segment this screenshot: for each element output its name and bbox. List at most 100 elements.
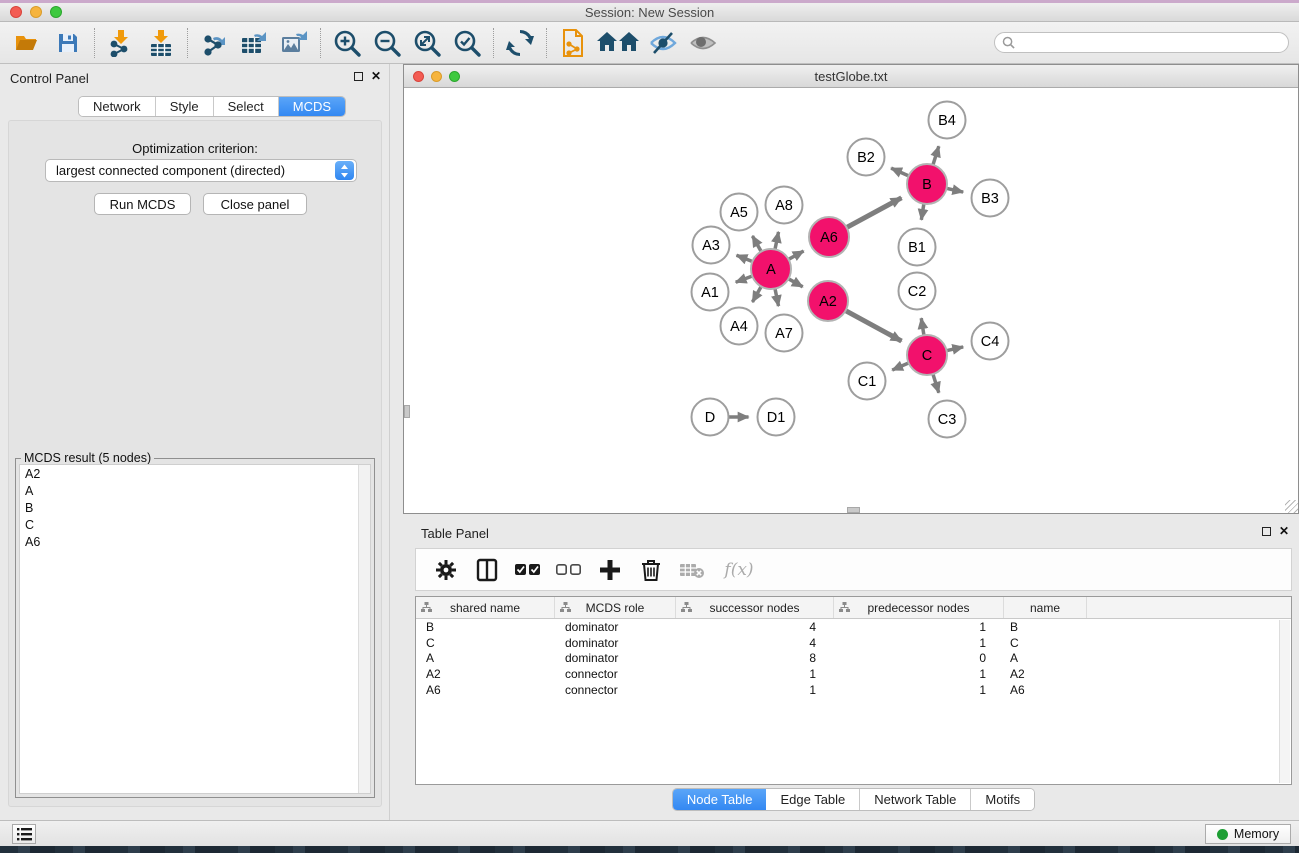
node-A3[interactable]: A3	[693, 227, 730, 264]
column-header-predecessor-nodes[interactable]: predecessor nodes	[834, 597, 1004, 618]
node-A7[interactable]: A7	[766, 315, 803, 352]
table-row[interactable]: Adominator80A	[416, 651, 1291, 667]
node-B2[interactable]: B2	[848, 139, 885, 176]
close-panel-button[interactable]: Close panel	[203, 193, 307, 215]
node-C1[interactable]: C1	[849, 363, 886, 400]
node-C2[interactable]: C2	[899, 273, 936, 310]
node-A6[interactable]: A6	[809, 217, 849, 257]
float-table-panel-icon[interactable]	[1262, 527, 1271, 536]
table-scrollbar[interactable]	[1279, 620, 1290, 783]
edge-A2-C[interactable]	[843, 309, 902, 341]
hide-details-eye-icon[interactable]	[646, 27, 680, 59]
network-window-titlebar[interactable]: testGlobe.txt	[404, 65, 1298, 88]
tab-mcds[interactable]: MCDS	[279, 97, 345, 116]
result-item[interactable]: B	[20, 499, 370, 516]
node-A1[interactable]: A1	[692, 274, 729, 311]
cell[interactable]: 8	[676, 651, 834, 665]
tab-style[interactable]: Style	[156, 97, 214, 116]
export-image-icon[interactable]	[277, 27, 311, 59]
optimization-criterion-dropdown[interactable]: largest connected component (directed)	[45, 159, 357, 182]
cell[interactable]: connector	[555, 667, 676, 681]
search-field[interactable]	[994, 32, 1289, 53]
delete-icon[interactable]	[637, 556, 665, 584]
run-mcds-button[interactable]: Run MCDS	[94, 193, 191, 215]
close-table-panel-icon[interactable]: ✕	[1279, 526, 1289, 536]
deselect-all-checkboxes-icon[interactable]	[555, 556, 583, 584]
node-B1[interactable]: B1	[899, 229, 936, 266]
cell[interactable]: C	[416, 636, 555, 650]
float-panel-icon[interactable]	[354, 72, 363, 81]
node-D1[interactable]: D1	[758, 399, 795, 436]
cell[interactable]: 1	[676, 667, 834, 681]
column-header-name[interactable]: name	[1004, 597, 1087, 618]
search-input[interactable]	[1015, 34, 1288, 51]
cell[interactable]: 0	[834, 651, 1004, 665]
network-vscroll-thumb[interactable]	[404, 405, 410, 418]
node-B3[interactable]: B3	[972, 180, 1009, 217]
node-C[interactable]: C	[907, 335, 947, 375]
column-header-shared-name[interactable]: shared name	[416, 597, 555, 618]
tab-edge-table[interactable]: Edge Table	[766, 789, 860, 810]
table-row[interactable]: A6connector11A6	[416, 682, 1291, 698]
cell[interactable]: A6	[416, 683, 555, 697]
cell[interactable]: 1	[676, 683, 834, 697]
cell[interactable]: C	[1004, 636, 1087, 650]
cell[interactable]: 1	[834, 667, 1004, 681]
table-row[interactable]: Cdominator41C	[416, 635, 1291, 651]
column-header-MCDS-role[interactable]: MCDS role	[555, 597, 676, 618]
result-item[interactable]: A6	[20, 533, 370, 550]
memory-button[interactable]: Memory	[1205, 824, 1291, 844]
open-file-icon[interactable]	[11, 27, 45, 59]
add-icon[interactable]	[596, 556, 624, 584]
cell[interactable]: 1	[834, 636, 1004, 650]
network-graph[interactable]: AA1A2A3A4A5A6A7A8BB1B2B3B4CC1C2C3C4DD1	[404, 88, 1298, 513]
cell[interactable]: connector	[555, 683, 676, 697]
cell[interactable]: A6	[1004, 683, 1087, 697]
cell[interactable]: 1	[834, 683, 1004, 697]
node-A8[interactable]: A8	[766, 187, 803, 224]
cell[interactable]: 4	[676, 636, 834, 650]
node-A4[interactable]: A4	[721, 308, 758, 345]
home-icon[interactable]	[596, 27, 640, 59]
table-row[interactable]: A2connector11A2	[416, 666, 1291, 682]
tab-network-table[interactable]: Network Table	[860, 789, 971, 810]
zoom-out-icon[interactable]	[370, 27, 404, 59]
cell[interactable]: A	[1004, 651, 1087, 665]
column-settings-icon[interactable]	[473, 556, 501, 584]
result-item[interactable]: A	[20, 482, 370, 499]
table-row[interactable]: Bdominator41B	[416, 619, 1291, 635]
tab-motifs[interactable]: Motifs	[971, 789, 1034, 810]
cell[interactable]: dominator	[555, 651, 676, 665]
cell[interactable]: 4	[676, 620, 834, 634]
cell[interactable]: A2	[1004, 667, 1087, 681]
node-B4[interactable]: B4	[929, 102, 966, 139]
cell[interactable]: A2	[416, 667, 555, 681]
cell[interactable]: B	[416, 620, 555, 634]
export-table-icon[interactable]	[237, 27, 271, 59]
task-history-button[interactable]	[12, 824, 36, 844]
edge-A6-B[interactable]	[844, 198, 902, 229]
tab-select[interactable]: Select	[214, 97, 279, 116]
cell[interactable]: B	[1004, 620, 1087, 634]
new-network-from-file-icon[interactable]	[556, 27, 590, 59]
node-A5[interactable]: A5	[721, 194, 758, 231]
result-item[interactable]: A2	[20, 465, 370, 482]
delete-table-icon[interactable]	[678, 556, 706, 584]
resize-grip-icon[interactable]	[1285, 500, 1298, 513]
cell[interactable]: 1	[834, 620, 1004, 634]
cell[interactable]: A	[416, 651, 555, 665]
result-item[interactable]: C	[20, 516, 370, 533]
gear-icon[interactable]	[432, 556, 460, 584]
show-details-eye-icon[interactable]	[686, 27, 720, 59]
tab-node-table[interactable]: Node Table	[673, 789, 767, 810]
node-table[interactable]: shared nameMCDS rolesuccessor nodesprede…	[415, 596, 1292, 785]
cell[interactable]: dominator	[555, 636, 676, 650]
cell[interactable]: dominator	[555, 620, 676, 634]
import-table-icon[interactable]	[144, 27, 178, 59]
zoom-selected-icon[interactable]	[450, 27, 484, 59]
column-header-successor-nodes[interactable]: successor nodes	[676, 597, 834, 618]
close-panel-icon[interactable]: ✕	[371, 71, 381, 81]
export-network-icon[interactable]	[197, 27, 231, 59]
network-hscroll-thumb[interactable]	[847, 507, 860, 513]
refresh-icon[interactable]	[503, 27, 537, 59]
